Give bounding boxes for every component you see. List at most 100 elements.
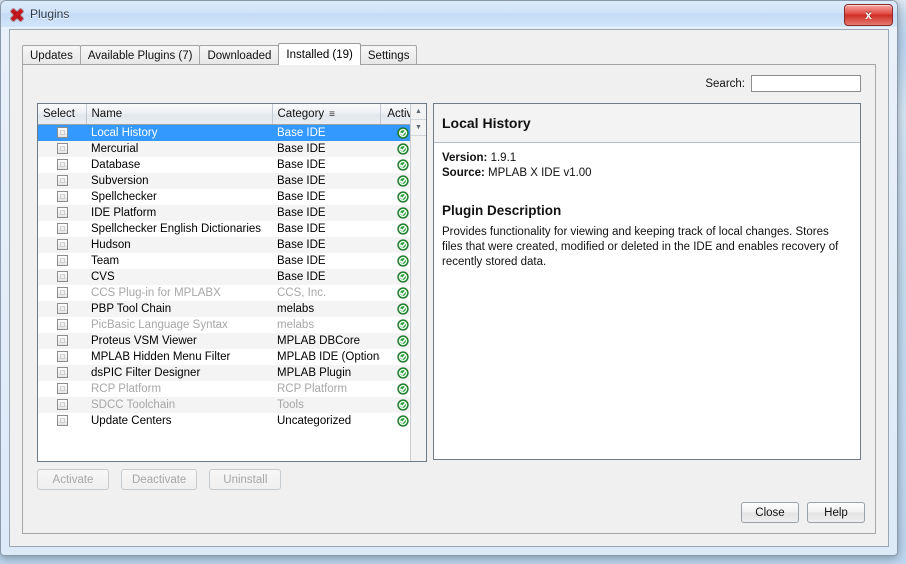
deactivate-button[interactable]: Deactivate [121,469,197,490]
scroll-up-button[interactable]: ▲ [411,104,426,120]
table-row[interactable]: CVSBase IDE [38,269,426,285]
scroll-down-button[interactable]: ▼ [411,120,426,136]
row-select-cell[interactable] [38,333,86,349]
table-row[interactable]: Update CentersUncategorized [38,413,426,429]
tab-settings[interactable]: Settings [360,45,418,65]
table-row[interactable]: PicBasic Language Syntaxmelabs [38,317,426,333]
plugins-table-element: Select Name Category≡ Active Local Histo… [38,104,427,429]
tab-available-plugins[interactable]: Available Plugins (7) [80,45,201,65]
row-name-cell: Hudson [86,237,272,253]
uninstall-button[interactable]: Uninstall [209,469,281,490]
column-header-name[interactable]: Name [86,104,272,125]
table-row[interactable]: SubversionBase IDE [38,173,426,189]
row-checkbox[interactable] [57,367,68,378]
window-title: Plugins [30,7,69,21]
table-row[interactable]: TeamBase IDE [38,253,426,269]
row-checkbox[interactable] [57,143,68,154]
row-select-cell[interactable] [38,301,86,317]
row-checkbox[interactable] [57,335,68,346]
row-checkbox[interactable] [57,303,68,314]
row-select-cell[interactable] [38,221,86,237]
row-select-cell[interactable] [38,237,86,253]
column-header-select[interactable]: Select [38,104,86,125]
row-checkbox[interactable] [57,351,68,362]
row-checkbox[interactable] [57,127,68,138]
table-row[interactable]: SDCC ToolchainTools [38,397,426,413]
row-checkbox[interactable] [57,271,68,282]
table-row[interactable]: SpellcheckerBase IDE [38,189,426,205]
row-select-cell[interactable] [38,205,86,221]
close-window-button[interactable]: x [844,4,893,26]
table-row[interactable]: dsPIC Filter DesignerMPLAB Plugin [38,365,426,381]
table-row[interactable]: DatabaseBase IDE [38,157,426,173]
table-row[interactable]: Spellchecker English DictionariesBase ID… [38,221,426,237]
activate-button[interactable]: Activate [37,469,109,490]
row-select-cell[interactable] [38,317,86,333]
row-select-cell[interactable] [38,349,86,365]
active-check-icon [397,415,409,427]
row-checkbox[interactable] [57,287,68,298]
row-select-cell[interactable] [38,397,86,413]
plugin-detail-panel: Local History Version: 1.9.1 Source: MPL… [433,103,861,460]
search-input[interactable] [751,75,861,92]
row-name-cell: Team [86,253,272,269]
row-name-cell: MPLAB Hidden Menu Filter [86,349,272,365]
row-checkbox[interactable] [57,383,68,394]
table-row[interactable]: PBP Tool Chainmelabs [38,301,426,317]
plugins-table[interactable]: Select Name Category≡ Active Local Histo… [37,103,427,462]
table-row[interactable]: MercurialBase IDE [38,141,426,157]
row-select-cell[interactable] [38,157,86,173]
row-category-cell: Base IDE [272,189,380,205]
dialog-titlebar[interactable]: Plugins x [1,1,897,27]
row-select-cell[interactable] [38,269,86,285]
row-checkbox[interactable] [57,159,68,170]
table-row[interactable]: MPLAB Hidden Menu FilterMPLAB IDE (Optio… [38,349,426,365]
row-select-cell[interactable] [38,253,86,269]
row-select-cell[interactable] [38,173,86,189]
row-checkbox[interactable] [57,319,68,330]
column-header-category[interactable]: Category≡ [272,104,380,125]
row-select-cell[interactable] [38,365,86,381]
active-check-icon [397,367,409,379]
table-row[interactable]: Proteus VSM ViewerMPLAB DBCore [38,333,426,349]
row-checkbox[interactable] [57,239,68,250]
row-checkbox[interactable] [57,191,68,202]
row-checkbox[interactable] [57,223,68,234]
tab-downloaded[interactable]: Downloaded [199,45,279,65]
row-checkbox[interactable] [57,207,68,218]
close-button[interactable]: Close [741,502,799,523]
row-category-cell: Uncategorized [272,413,380,429]
plugin-detail-body: Version: 1.9.1 Source: MPLAB X IDE v1.00… [434,143,860,270]
table-row[interactable]: HudsonBase IDE [38,237,426,253]
table-row[interactable]: RCP PlatformRCP Platform [38,381,426,397]
table-row[interactable]: Local HistoryBase IDE [38,125,426,142]
row-select-cell[interactable] [38,141,86,157]
help-button[interactable]: Help [807,502,865,523]
row-category-cell: Base IDE [272,253,380,269]
row-checkbox[interactable] [57,415,68,426]
table-row[interactable]: IDE PlatformBase IDE [38,205,426,221]
row-name-cell: RCP Platform [86,381,272,397]
column-header-category-label: Category [278,108,325,120]
row-name-cell: PicBasic Language Syntax [86,317,272,333]
table-row[interactable]: CCS Plug-in for MPLABXCCS, Inc. [38,285,426,301]
row-category-cell: Base IDE [272,157,380,173]
row-checkbox[interactable] [57,175,68,186]
row-select-cell[interactable] [38,285,86,301]
row-category-cell: CCS, Inc. [272,285,380,301]
table-vertical-scrollbar[interactable]: ▲ ▼ [410,104,426,461]
tab-updates[interactable]: Updates [22,45,81,65]
active-check-icon [397,255,409,267]
row-select-cell[interactable] [38,125,86,142]
row-select-cell[interactable] [38,381,86,397]
active-check-icon [397,351,409,363]
tab-installed[interactable]: Installed (19) [278,43,360,65]
row-select-cell[interactable] [38,413,86,429]
row-name-cell: Subversion [86,173,272,189]
row-select-cell[interactable] [38,189,86,205]
active-check-icon [397,239,409,251]
row-checkbox[interactable] [57,399,68,410]
plugin-source-value: MPLAB X IDE v1.00 [488,167,592,179]
row-checkbox[interactable] [57,255,68,266]
row-category-cell: MPLAB IDE (Optional) [272,349,380,365]
